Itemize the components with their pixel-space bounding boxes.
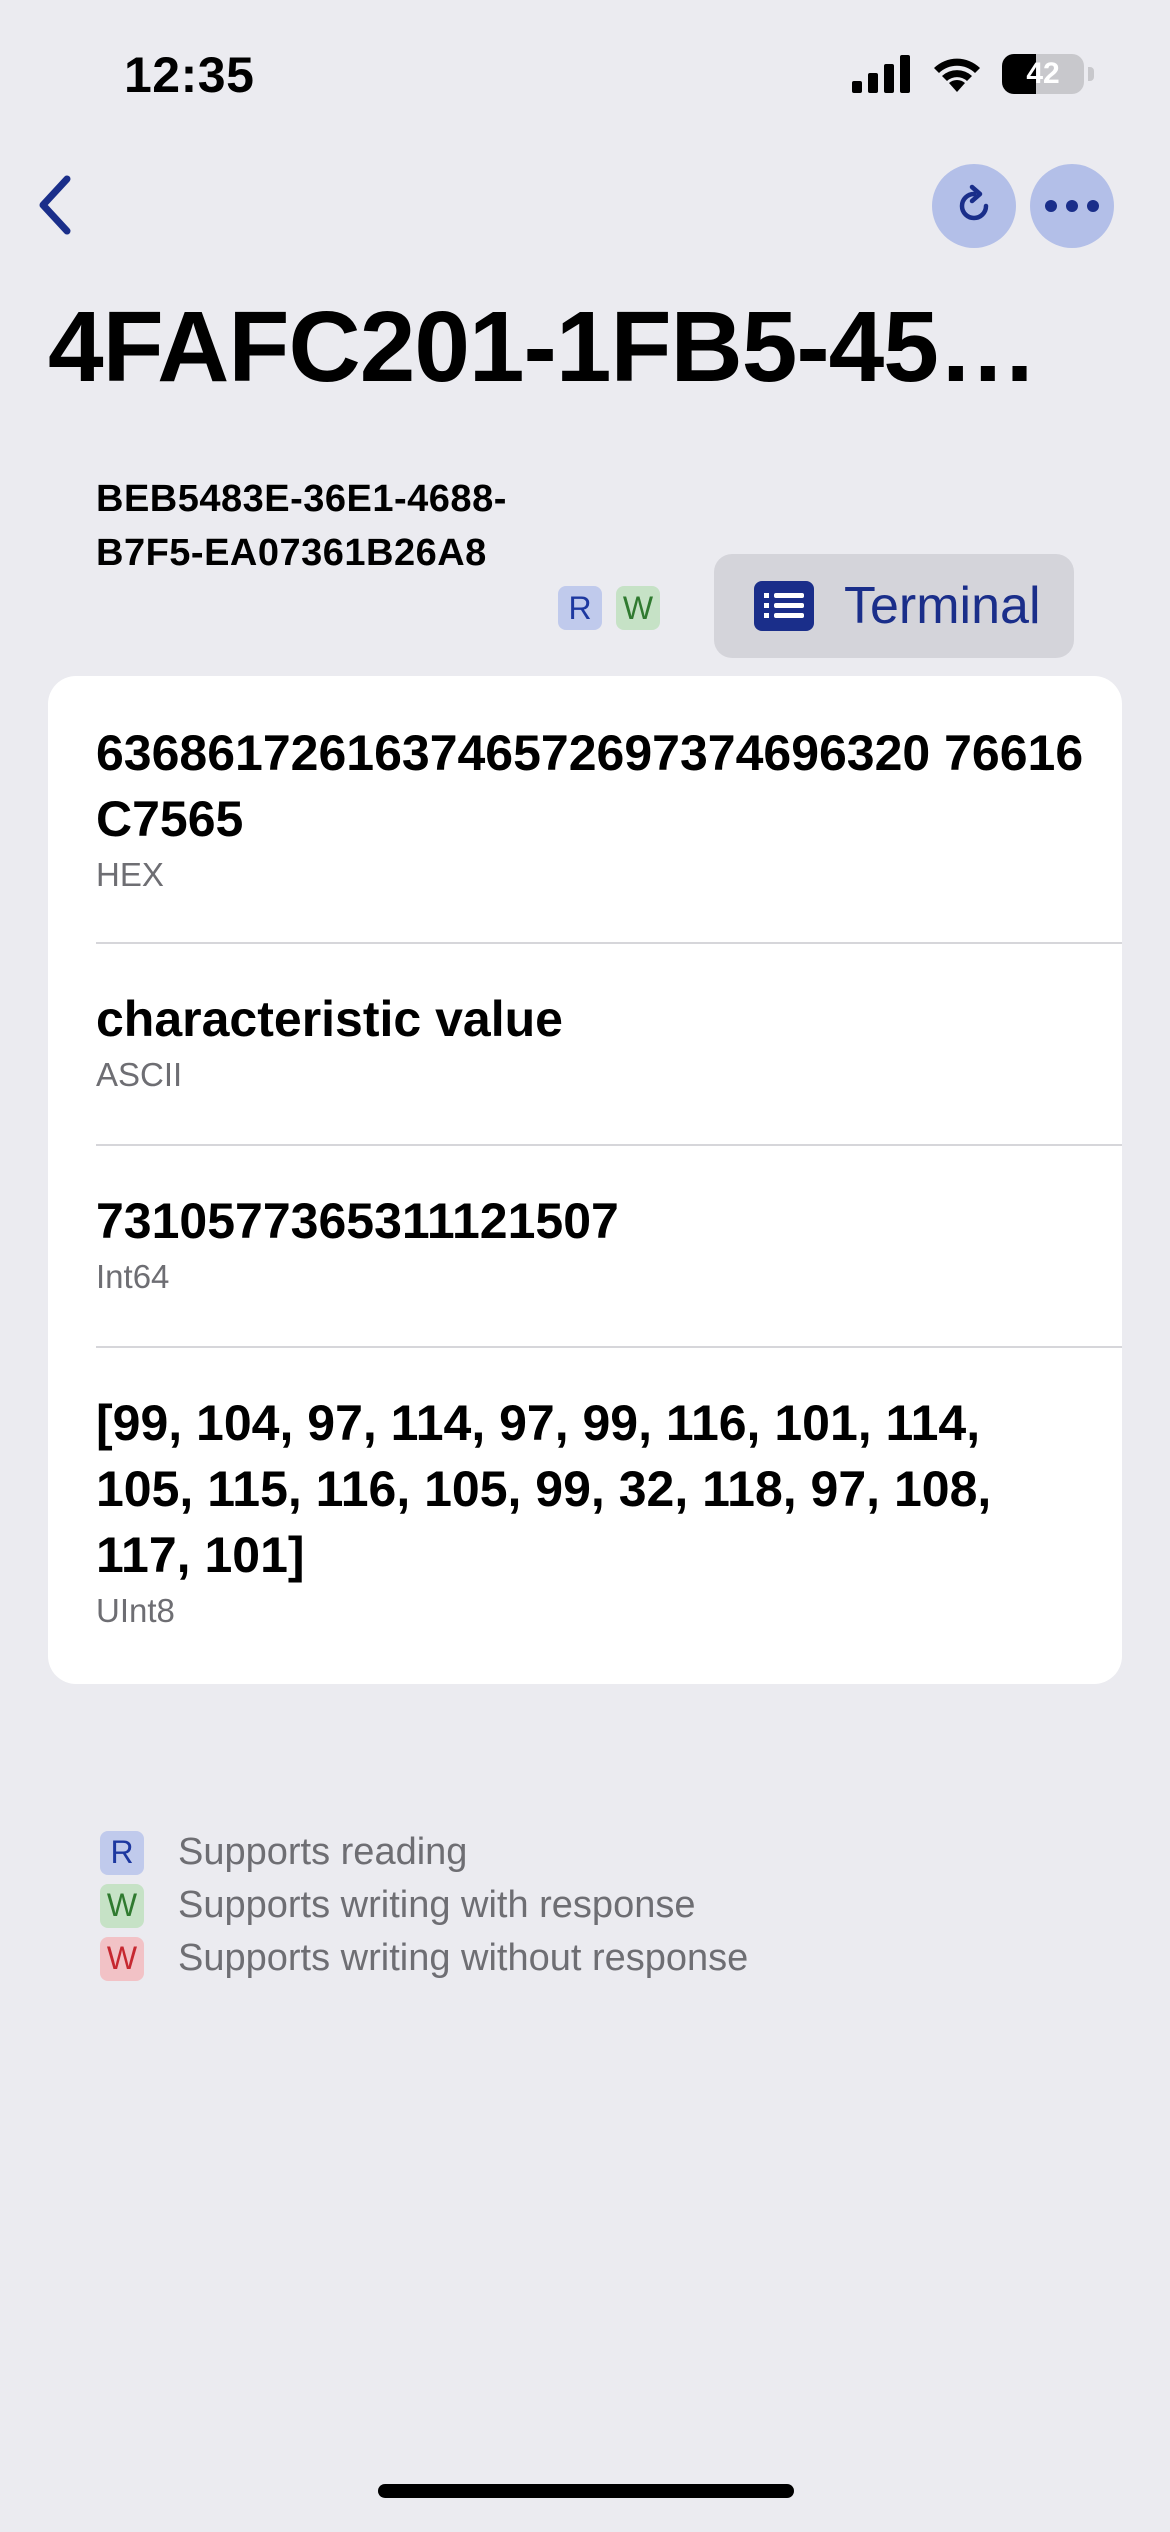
value-format: UInt8 (96, 1592, 175, 1629)
divider (96, 942, 1122, 944)
value-text: [99, 104, 97, 114, 97, 99, 116, 101, 114… (96, 1395, 992, 1583)
divider (96, 1144, 1122, 1146)
values-card: 636861726163746572697374696320 76616C756… (48, 676, 1122, 1684)
value-text: 636861726163746572697374696320 76616C756… (96, 725, 1084, 847)
legend-label: Supports writing without response (178, 1937, 749, 1979)
characteristic-header: BEB5483E-36E1-4688-B7F5-EA07361B26A8 R W… (96, 472, 1096, 662)
status-icons: 42 (852, 54, 1094, 94)
battery-level: 42 (1026, 57, 1060, 90)
legend-label: Supports reading (178, 1831, 468, 1873)
terminal-label: Terminal (844, 577, 1041, 635)
chevron-left-icon (39, 175, 71, 235)
write-no-response-badge: W (100, 1936, 144, 1981)
list-icon (754, 581, 814, 631)
cellular-signal-icon (852, 55, 910, 93)
value-row-hex[interactable]: 636861726163746572697374696320 76616C756… (96, 720, 1096, 894)
ellipsis-icon (1045, 200, 1099, 212)
legend-item-read: R Supports reading (100, 1826, 748, 1879)
page-title: 4FAFC201-1FB5-45… (48, 291, 1038, 403)
terminal-button[interactable]: Terminal (714, 554, 1074, 658)
value-row-uint8[interactable]: [99, 104, 97, 114, 97, 99, 116, 101, 114… (96, 1390, 1086, 1630)
value-format: HEX (96, 856, 164, 893)
divider (96, 1346, 1122, 1348)
status-bar: 12:35 42 (0, 0, 1170, 150)
read-badge: R (558, 586, 602, 630)
status-time: 12:35 (124, 47, 255, 103)
legend-label: Supports writing with response (178, 1884, 696, 1926)
write-badge: W (100, 1883, 144, 1928)
value-row-int64[interactable]: 7310577365311121507 Int64 (96, 1188, 1122, 1296)
legend-item-write-no-response: W Supports writing without response (100, 1932, 748, 1985)
legend: R Supports reading W Supports writing wi… (100, 1826, 748, 1985)
refresh-icon (959, 184, 989, 221)
refresh-button[interactable] (932, 164, 1016, 248)
value-text: characteristic value (96, 991, 563, 1047)
wifi-icon (934, 58, 980, 92)
legend-item-write-response: W Supports writing with response (100, 1879, 748, 1932)
read-badge: R (100, 1830, 144, 1875)
characteristic-uuid: BEB5483E-36E1-4688-B7F5-EA07361B26A8 (96, 478, 507, 574)
battery-indicator: 42 (1002, 54, 1084, 94)
battery-cap (1088, 67, 1094, 81)
home-indicator[interactable] (378, 2484, 794, 2498)
back-button[interactable] (20, 170, 90, 240)
screen: 12:35 42 4FAFC201-1FB5-45… BEB5483E-36E1… (0, 0, 1170, 2532)
value-format: ASCII (96, 1056, 183, 1093)
write-badge: W (616, 586, 660, 630)
navigation-bar (0, 160, 1170, 250)
more-options-button[interactable] (1030, 164, 1114, 248)
value-format: Int64 (96, 1258, 170, 1295)
value-row-ascii[interactable]: characteristic value ASCII (96, 986, 1122, 1094)
value-text: 7310577365311121507 (96, 1193, 619, 1249)
